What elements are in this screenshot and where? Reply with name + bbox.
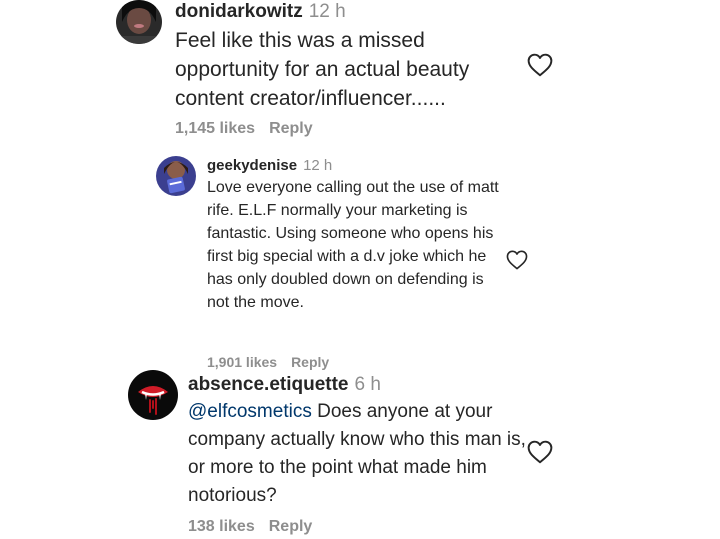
- profile-photo-icon: [128, 370, 178, 420]
- comment-header: absence.etiquette 6 h: [188, 372, 528, 398]
- username-link[interactable]: absence.etiquette: [188, 374, 349, 395]
- comment-header: donidarkowitz 12 h: [175, 0, 505, 24]
- profile-photo-icon: [156, 156, 196, 196]
- avatar[interactable]: [156, 156, 196, 196]
- comment-text: Love everyone calling out the use of mat…: [207, 179, 499, 311]
- mention-link[interactable]: @elfcosmetics: [188, 401, 312, 422]
- likes-count[interactable]: 1,145 likes: [175, 120, 255, 137]
- timestamp[interactable]: 6 h: [355, 374, 381, 395]
- heart-outline-icon[interactable]: [527, 440, 553, 464]
- likes-count[interactable]: 138 likes: [188, 518, 255, 535]
- heart-outline-icon[interactable]: [506, 250, 528, 270]
- avatar[interactable]: [116, 0, 162, 44]
- comment-body: geekydenise 12 h Love everyone calling ou…: [207, 156, 507, 314]
- heart-outline-icon[interactable]: [527, 53, 553, 77]
- likes-count[interactable]: 1,901 likes: [207, 354, 277, 370]
- timestamp[interactable]: 12 h: [309, 1, 346, 22]
- comment-text: @elfcosmetics Does anyone at your compan…: [188, 398, 528, 510]
- comment-header: geekydenise 12 h: [207, 156, 507, 176]
- avatar[interactable]: [128, 370, 178, 420]
- profile-photo-icon: [116, 0, 162, 44]
- timestamp[interactable]: 12 h: [303, 157, 332, 174]
- comment-actions: 1,901 likes Reply: [207, 354, 329, 370]
- comment-body: donidarkowitz 12 h Feel like this was a m…: [175, 0, 505, 113]
- reply-button[interactable]: Reply: [269, 120, 313, 137]
- username-link[interactable]: donidarkowitz: [175, 1, 303, 22]
- reply-button[interactable]: Reply: [269, 518, 313, 535]
- comment-body: absence.etiquette 6 h @elfcosmetics Does …: [188, 372, 528, 510]
- comment-text: Feel like this was a missed opportunity …: [175, 29, 470, 110]
- comment-actions: 1,145 likes Reply: [175, 120, 313, 138]
- username-link[interactable]: geekydenise: [207, 157, 297, 174]
- reply-button[interactable]: Reply: [291, 354, 329, 370]
- comment-actions: 138 likes Reply: [188, 518, 312, 536]
